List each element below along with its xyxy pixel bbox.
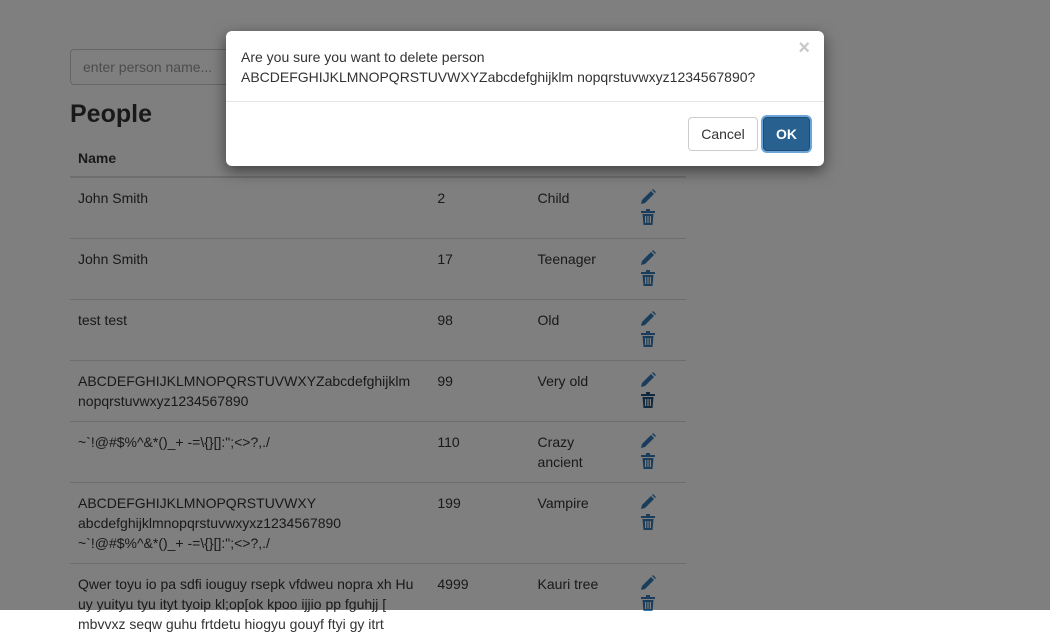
dialog-divider — [226, 101, 824, 102]
cancel-button[interactable]: Cancel — [688, 117, 758, 151]
ok-button[interactable]: OK — [763, 117, 810, 151]
close-icon[interactable]: × — [798, 38, 810, 58]
dialog-message: Are you sure you want to delete person A… — [241, 47, 786, 87]
dialog-footer: Cancel OK — [688, 117, 810, 151]
delete-confirm-dialog: Are you sure you want to delete person A… — [226, 31, 824, 166]
